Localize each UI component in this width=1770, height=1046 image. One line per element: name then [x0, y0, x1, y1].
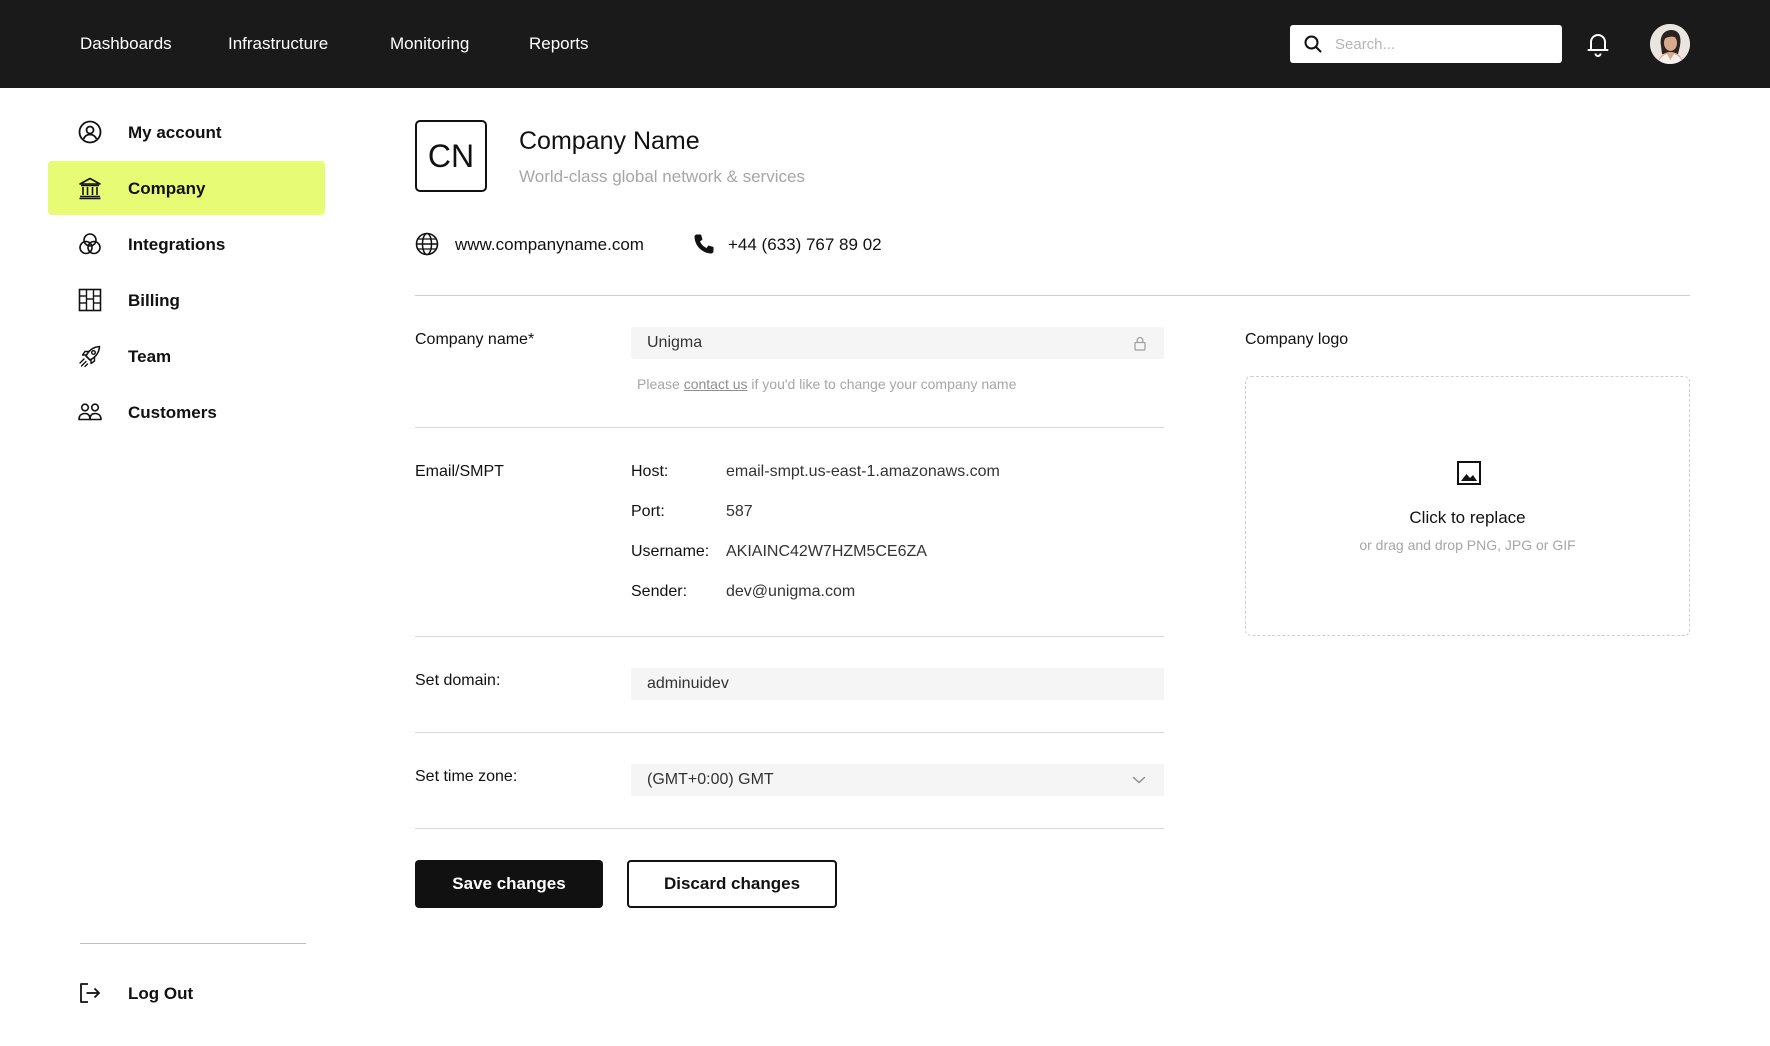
- save-changes-button[interactable]: Save changes: [415, 860, 603, 908]
- globe-icon: [415, 232, 439, 256]
- smtp-username-value: AKIAINC42W7HZM5CE6ZA: [726, 543, 927, 560]
- sidebar-item-my-account[interactable]: My account: [48, 105, 325, 159]
- form-divider: [415, 427, 1164, 428]
- sidebar-item-billing[interactable]: Billing: [48, 273, 325, 327]
- billing-grid-icon: [78, 288, 102, 312]
- smtp-label: Email/SMPT: [415, 463, 504, 480]
- contact-us-link[interactable]: contact us: [684, 376, 748, 392]
- sidebar-item-customers[interactable]: Customers: [48, 385, 325, 439]
- header-divider: [415, 295, 1690, 296]
- avatar-portrait-icon: [1650, 24, 1690, 64]
- sidebar-item-label: Team: [128, 347, 172, 366]
- logo-dropzone[interactable]: Click to replace or drag and drop PNG, J…: [1245, 376, 1690, 636]
- company-website-link[interactable]: www.companyname.com: [455, 235, 644, 255]
- hint-text-post: if you'd like to change your company nam…: [751, 376, 1017, 392]
- sidebar-item-label: Billing: [128, 291, 180, 310]
- sidebar-divider: [80, 943, 306, 944]
- timezone-label: Set time zone:: [415, 768, 518, 785]
- smtp-host-key: Host:: [631, 463, 669, 480]
- search-input[interactable]: [1335, 25, 1550, 63]
- company-name-field: Unigma: [631, 327, 1164, 359]
- smtp-host-value: email-smpt.us-east-1.amazonaws.com: [726, 463, 1000, 480]
- phone-icon: [694, 234, 714, 254]
- company-phone: +44 (633) 767 89 02: [728, 235, 882, 254]
- chevron-down-icon: [1132, 776, 1146, 784]
- sidebar-item-integrations[interactable]: Integrations: [48, 217, 325, 271]
- page-title: Company Name: [519, 127, 700, 155]
- sidebar-item-label: My account: [128, 123, 222, 142]
- sidebar-item-label: Integrations: [128, 235, 226, 254]
- company-initials-badge: CN: [415, 120, 487, 192]
- domain-input[interactable]: adminuidev: [631, 668, 1164, 700]
- logout-button[interactable]: Log Out: [48, 966, 325, 1020]
- overlapping-circles-icon: [79, 233, 101, 255]
- smtp-port-key: Port:: [631, 503, 665, 520]
- company-initials: CN: [427, 138, 475, 174]
- form-divider: [415, 636, 1164, 637]
- sidebar-item-team[interactable]: Team: [48, 329, 325, 383]
- sidebar-item-label: Company: [128, 179, 206, 198]
- sidebar-item-company[interactable]: Company: [48, 161, 325, 215]
- company-name-value: Unigma: [647, 334, 703, 351]
- domain-value: adminuidev: [647, 675, 729, 692]
- timezone-value: (GMT+0:00) GMT: [647, 771, 774, 788]
- search-icon: [1304, 35, 1322, 53]
- company-tagline: World-class global network & services: [519, 167, 805, 186]
- form-divider: [415, 828, 1164, 829]
- smtp-sender-key: Sender:: [631, 583, 688, 600]
- dropzone-subtitle: or drag and drop PNG, JPG or GIF: [1359, 537, 1576, 553]
- users-group-icon: [78, 403, 102, 421]
- domain-label: Set domain:: [415, 672, 501, 689]
- rocket-icon: [79, 345, 101, 368]
- search-box[interactable]: [1290, 25, 1562, 63]
- bell-icon[interactable]: [1586, 31, 1610, 57]
- smtp-port-value: 587: [726, 503, 753, 520]
- bank-building-icon: [79, 177, 101, 200]
- company-name-label: Company name*: [415, 331, 535, 348]
- logout-label: Log Out: [128, 984, 194, 1003]
- company-logo-label: Company logo: [1245, 331, 1349, 348]
- logout-arrow-icon: [80, 983, 100, 1003]
- smtp-username-key: Username:: [631, 543, 710, 560]
- lock-icon: [1134, 336, 1146, 351]
- user-circle-icon: [78, 120, 102, 144]
- nav-link-reports[interactable]: Reports: [529, 34, 589, 54]
- smtp-sender-value: dev@unigma.com: [726, 583, 856, 600]
- company-name-hint: Please contact us if you'd like to chang…: [637, 376, 1016, 392]
- nav-link-dashboards[interactable]: Dashboards: [80, 34, 172, 54]
- dropzone-title: Click to replace: [1409, 508, 1526, 527]
- nav-link-monitoring[interactable]: Monitoring: [390, 34, 469, 54]
- nav-link-infrastructure[interactable]: Infrastructure: [228, 34, 328, 54]
- form-divider: [415, 732, 1164, 733]
- image-icon: [1457, 461, 1481, 485]
- timezone-select[interactable]: (GMT+0:00) GMT: [631, 764, 1164, 796]
- hint-text-pre: Please: [637, 376, 680, 392]
- sidebar-item-label: Customers: [128, 403, 217, 422]
- discard-changes-button[interactable]: Discard changes: [627, 860, 837, 908]
- top-navigation-bar: Dashboards Infrastructure Monitoring Rep…: [0, 0, 1770, 88]
- user-avatar[interactable]: [1650, 24, 1690, 64]
